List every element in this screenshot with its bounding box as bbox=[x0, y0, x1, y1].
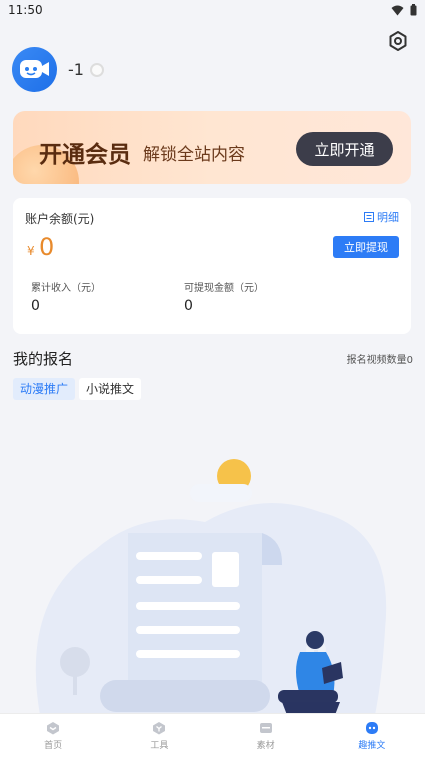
home-icon bbox=[47, 722, 60, 735]
total-income-value: 0 bbox=[31, 298, 40, 314]
settings-button[interactable] bbox=[387, 30, 409, 52]
avatar[interactable] bbox=[12, 47, 57, 92]
currency-symbol: ¥ bbox=[27, 244, 35, 258]
detail-link[interactable]: 明细 bbox=[364, 209, 399, 225]
settings-icon bbox=[389, 31, 407, 51]
vip-subtitle: 解锁全站内容 bbox=[143, 145, 245, 165]
nav-home-label: 首页 bbox=[44, 741, 63, 751]
withdraw-button[interactable]: 立即提现 bbox=[333, 236, 399, 258]
open-vip-button[interactable]: 立即开通 bbox=[296, 132, 393, 166]
balance-label: 账户余额(元) bbox=[25, 212, 95, 226]
tools-icon bbox=[153, 722, 166, 735]
detail-label: 明细 bbox=[377, 211, 399, 224]
status-bar: 11:50 bbox=[0, 0, 425, 20]
tab-novel-promotion[interactable]: 小说推文 bbox=[79, 378, 142, 400]
nav-material[interactable]: 素材 bbox=[213, 714, 319, 758]
tab-anime-promotion[interactable]: 动漫推广 bbox=[13, 378, 76, 400]
vip-title: 开通会员 bbox=[39, 142, 131, 168]
signup-title: 我的报名 bbox=[13, 350, 74, 368]
qutuiwen-icon bbox=[365, 722, 378, 734]
nav-qutuiwen-label: 趣推文 bbox=[358, 741, 386, 751]
battery-icon bbox=[410, 4, 417, 16]
withdrawable-value: 0 bbox=[184, 298, 193, 314]
wifi-icon bbox=[391, 5, 404, 15]
material-icon bbox=[259, 723, 272, 733]
signup-count: 报名视频数量0 bbox=[346, 355, 413, 366]
bottom-nav: 首页 工具 素材 趣推文 bbox=[0, 713, 425, 758]
nav-home[interactable]: 首页 bbox=[0, 714, 106, 758]
username: -1 bbox=[68, 60, 84, 79]
balance-value: 0 bbox=[39, 233, 55, 261]
withdrawable-label: 可提现金额（元） bbox=[184, 283, 264, 294]
video-robot-icon bbox=[19, 59, 49, 78]
account-card: 账户余额(元) 明细 ¥ 0 立即提现 累计收入（元） 0 可提现金额（元） 0 bbox=[13, 198, 411, 334]
nav-material-label: 素材 bbox=[256, 741, 275, 751]
status-icons bbox=[391, 4, 417, 16]
total-income-label: 累计收入（元） bbox=[31, 283, 101, 294]
nav-qutuiwen[interactable]: 趣推文 bbox=[319, 714, 425, 758]
nav-tools-label: 工具 bbox=[150, 741, 169, 751]
status-time: 11:50 bbox=[8, 3, 43, 17]
empty-state-illustration bbox=[35, 459, 387, 715]
list-icon bbox=[364, 212, 374, 222]
level-badge-icon bbox=[90, 63, 104, 77]
nav-tools[interactable]: 工具 bbox=[106, 714, 212, 758]
vip-banner[interactable]: 开通会员 解锁全站内容 立即开通 bbox=[13, 111, 411, 184]
